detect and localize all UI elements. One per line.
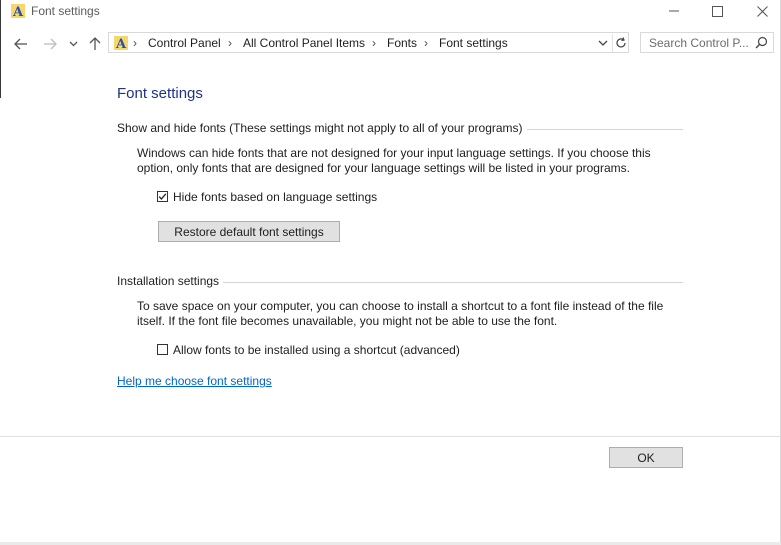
- close-button[interactable]: [739, 0, 781, 22]
- maximize-icon: [711, 5, 723, 17]
- svg-text:A: A: [115, 37, 127, 51]
- breadcrumb-separator-icon[interactable]: ›: [228, 36, 232, 50]
- arrow-left-icon: [14, 38, 27, 50]
- arrow-right-icon: [44, 38, 57, 50]
- breadcrumb-fonts[interactable]: Fonts: [387, 36, 417, 50]
- help-choose-font-settings-link[interactable]: Help me choose font settings: [117, 374, 272, 388]
- font-settings-window: A Font settings A › Control Panel › All …: [0, 0, 781, 542]
- window-title: Font settings: [31, 4, 100, 18]
- allow-shortcut-install-checkbox[interactable]: [157, 344, 168, 355]
- svg-text:A: A: [12, 5, 24, 19]
- chevron-down-icon: [69, 41, 77, 47]
- search-placeholder[interactable]: Search Control P...: [649, 36, 749, 50]
- up-button[interactable]: [86, 35, 104, 53]
- search-icon[interactable]: [755, 36, 768, 52]
- refresh-icon: [616, 37, 626, 48]
- font-letter-a-icon: A: [10, 3, 26, 20]
- breadcrumb-separator-icon[interactable]: ›: [372, 36, 376, 50]
- footer-divider: [0, 436, 780, 437]
- hide-fonts-checkbox[interactable]: [157, 191, 168, 202]
- minimize-icon: [669, 10, 679, 12]
- allow-shortcut-install-label[interactable]: Allow fonts to be installed using a shor…: [173, 343, 460, 357]
- control-panel-fonts-icon: A: [113, 35, 129, 52]
- checkmark-icon: [158, 193, 167, 200]
- breadcrumb-separator-icon[interactable]: ›: [424, 36, 428, 50]
- minimize-button[interactable]: [651, 0, 697, 22]
- close-icon: [756, 5, 768, 17]
- chevron-down-icon: [598, 40, 608, 46]
- installation-description: To save space on your computer, you can …: [137, 299, 664, 328]
- installation-section-title: Installation settings: [117, 274, 224, 288]
- address-bar[interactable]: A › Control Panel › All Control Panel It…: [108, 32, 629, 53]
- breadcrumb-control-panel[interactable]: Control Panel: [148, 36, 221, 50]
- page-title: Font settings: [117, 85, 203, 102]
- refresh-button[interactable]: [612, 34, 629, 52]
- forward-button[interactable]: [41, 35, 59, 53]
- address-history-button[interactable]: [596, 35, 610, 51]
- maximize-button[interactable]: [694, 0, 740, 22]
- title-bar[interactable]: A Font settings: [0, 0, 781, 24]
- restore-default-font-settings-button[interactable]: Restore default font settings: [158, 221, 340, 242]
- breadcrumb-separator-icon[interactable]: ›: [133, 36, 137, 50]
- recent-locations-button[interactable]: [66, 35, 80, 53]
- ok-button[interactable]: OK: [609, 447, 683, 468]
- arrow-up-icon: [89, 37, 101, 50]
- breadcrumb-font-settings[interactable]: Font settings: [439, 36, 508, 50]
- show-hide-section-title: Show and hide fonts (These settings migh…: [117, 121, 527, 135]
- search-box[interactable]: Search Control P...: [640, 32, 774, 53]
- hide-fonts-label[interactable]: Hide fonts based on language settings: [173, 190, 377, 204]
- show-hide-description: Windows can hide fonts that are not desi…: [137, 146, 651, 175]
- back-button[interactable]: [12, 35, 30, 53]
- breadcrumb-all-control-panel-items[interactable]: All Control Panel Items: [243, 36, 365, 50]
